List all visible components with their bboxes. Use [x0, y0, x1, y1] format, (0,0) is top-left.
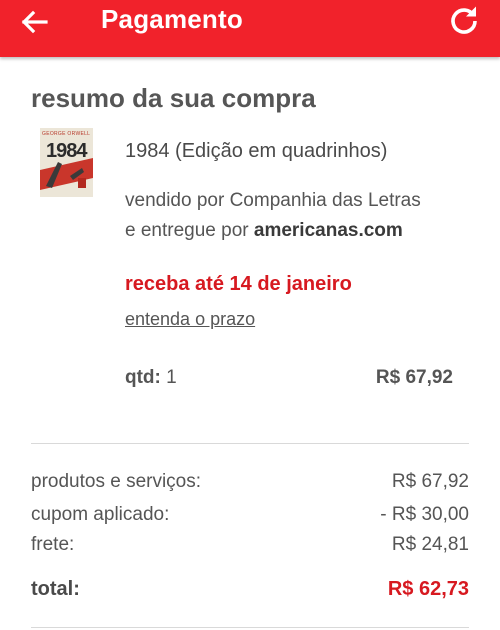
app-header: Pagamento [0, 0, 500, 57]
subtotal-value: R$ 67,92 [391, 471, 469, 492]
product-image[interactable]: GEORGE ORWELL 1984 [40, 128, 93, 197]
refresh-button[interactable] [446, 4, 482, 38]
quantity-label: qtd: [125, 367, 161, 388]
total-label: total: [31, 578, 80, 600]
shipping-label: frete: [31, 534, 75, 555]
subtotal-label: produtos e serviços: [31, 471, 202, 492]
shipping-value: R$ 24,81 [391, 534, 469, 555]
page-title: Pagamento [101, 4, 243, 34]
summary-title: resumo da sua compra [31, 83, 316, 113]
coupon-value: - R$ 30,00 [380, 504, 469, 525]
quantity: qtd: 1 [125, 365, 177, 391]
back-button[interactable] [14, 6, 54, 38]
bottom-divider [31, 627, 469, 628]
delivery-by: americanas.com [253, 220, 403, 241]
understand-deadline-link[interactable]: entenda o prazo [125, 307, 255, 331]
divider [31, 443, 469, 444]
seller-info: vendido por Companhia das Letras [125, 188, 421, 213]
delivery-info: e entregue por americanas.com [125, 218, 403, 243]
delivery-date: receba até 14 de janeiro [125, 273, 352, 295]
book-cover-art [40, 128, 93, 197]
refresh-icon [451, 6, 477, 34]
seller-name: Companhia das Letras [229, 190, 421, 211]
seller-prefix: vendido por [125, 190, 225, 211]
book-cover-title: 1984 [46, 140, 87, 162]
product-name[interactable]: 1984 (Edição em quadrinhos) [125, 138, 387, 164]
arrow-left-icon [21, 10, 48, 34]
item-price: R$ 67,92 [375, 367, 453, 388]
book-cover-author: GEORGE ORWELL [42, 131, 91, 137]
total-value: R$ 62,73 [387, 578, 469, 600]
quantity-value: 1 [166, 367, 177, 388]
coupon-label: cupom aplicado: [31, 504, 170, 525]
delivery-prefix: e entregue por [125, 220, 249, 241]
